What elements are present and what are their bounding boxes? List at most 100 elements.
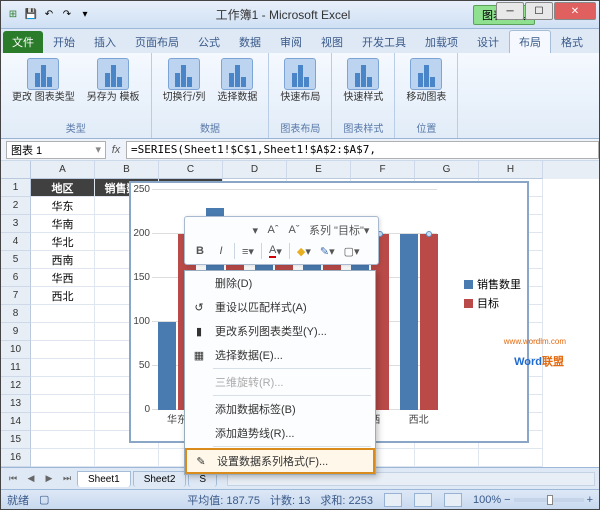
ribbon-button[interactable]: 快速样式 [340, 56, 386, 105]
row-header[interactable]: 14 [1, 413, 31, 431]
row-header[interactable]: 16 [1, 449, 31, 467]
chart-bar[interactable] [420, 234, 438, 410]
font-color-button[interactable]: A▾ [266, 242, 285, 260]
italic-button[interactable]: I [212, 242, 230, 260]
row-header[interactable]: 15 [1, 431, 31, 449]
tab[interactable]: 布局 [509, 30, 551, 53]
sheet-nav-first[interactable]: ⏮ [5, 471, 21, 487]
fill-color-button[interactable]: ◆▾ [294, 242, 314, 260]
cell[interactable] [479, 449, 543, 467]
row-header[interactable]: 12 [1, 377, 31, 395]
column-header[interactable]: D [223, 161, 287, 179]
shrink-font-button[interactable]: Aˇ [285, 221, 303, 239]
row-header[interactable]: 11 [1, 359, 31, 377]
bold-button[interactable]: B [191, 242, 209, 260]
undo-icon[interactable]: ↶ [41, 7, 57, 23]
tab[interactable]: 插入 [85, 31, 125, 53]
fx-label[interactable]: fx [106, 144, 126, 156]
cell[interactable] [31, 341, 95, 359]
save-icon[interactable]: 💾 [23, 7, 39, 23]
cell[interactable] [31, 305, 95, 323]
view-normal-button[interactable] [384, 493, 402, 507]
ribbon-button[interactable]: 移动图表 [403, 56, 449, 105]
context-menu-item[interactable]: ✎设置数据系列格式(F)... [185, 448, 375, 474]
minimize-button[interactable]: ─ [496, 2, 524, 20]
qat-dropdown-icon[interactable]: ▾ [77, 7, 93, 23]
context-menu-item[interactable]: 添加数据标签(B) [185, 397, 375, 421]
tab[interactable]: 设计 [468, 31, 508, 53]
legend-item[interactable]: 销售数里 [477, 276, 521, 292]
column-header[interactable]: E [287, 161, 351, 179]
ribbon-button[interactable]: 选择数据 [214, 56, 260, 105]
cell[interactable]: 华西 [31, 269, 95, 287]
view-layout-button[interactable] [414, 493, 432, 507]
zoom-control[interactable]: 100% −+ [473, 494, 593, 506]
select-all-corner[interactable] [1, 161, 31, 179]
mini-toolbar[interactable]: ▾ Aˆ Aˇ 系列 "目标" ▾ B I ≡▾ A▾ ◆▾ ✎▾ ▢▾ [184, 216, 379, 265]
align-button[interactable]: ≡▾ [239, 242, 257, 260]
cell[interactable]: 地区 [31, 179, 95, 197]
context-menu-item[interactable]: 添加趋势线(R)... [185, 421, 375, 445]
chart-bar[interactable] [158, 322, 176, 410]
context-menu-item[interactable]: 删除(D) [185, 271, 375, 295]
row-header[interactable]: 5 [1, 251, 31, 269]
cell[interactable]: 华南 [31, 215, 95, 233]
row-header[interactable]: 1 [1, 179, 31, 197]
formula-bar[interactable]: =SERIES(Sheet1!$C$1,Sheet1!$A$2:$A$7, [126, 141, 599, 159]
cell[interactable] [31, 449, 95, 467]
macro-record-icon[interactable]: ▢ [39, 493, 49, 506]
cell[interactable] [31, 413, 95, 431]
column-header[interactable]: H [479, 161, 543, 179]
sheet-nav-next[interactable]: ▶ [41, 471, 57, 487]
column-header[interactable]: B [95, 161, 159, 179]
column-header[interactable]: G [415, 161, 479, 179]
row-header[interactable]: 9 [1, 323, 31, 341]
column-header[interactable]: F [351, 161, 415, 179]
chart-legend[interactable]: 销售数里 目标 [464, 273, 521, 314]
tab[interactable]: 开发工具 [353, 31, 415, 53]
sheet-nav-prev[interactable]: ◀ [23, 471, 39, 487]
ribbon-button[interactable]: 快速布局 [277, 56, 323, 105]
tab-file[interactable]: 文件 [3, 31, 43, 53]
context-menu-item[interactable]: ▦选择数据(E)... [185, 343, 375, 367]
tab[interactable]: 加载项 [416, 31, 467, 53]
tab[interactable]: 公式 [189, 31, 229, 53]
cell[interactable] [415, 449, 479, 467]
legend-item[interactable]: 目标 [477, 295, 499, 311]
cell[interactable]: 西南 [31, 251, 95, 269]
ribbon-button[interactable]: 切换行/列 [160, 56, 209, 105]
tab[interactable]: 页面布局 [126, 31, 188, 53]
sheet-nav-last[interactable]: ⏭ [59, 471, 75, 487]
cell[interactable]: 华北 [31, 233, 95, 251]
chart-bar[interactable] [400, 234, 418, 410]
sheet-tab[interactable]: Sheet1 [77, 471, 131, 487]
column-header[interactable]: C [159, 161, 223, 179]
effects-button[interactable]: ▢▾ [341, 242, 363, 260]
row-header[interactable]: 10 [1, 341, 31, 359]
context-menu-item[interactable]: ▮更改系列图表类型(Y)... [185, 319, 375, 343]
sheet-tab[interactable]: Sheet2 [133, 471, 187, 487]
context-menu[interactable]: 删除(D)↺重设以匹配样式(A)▮更改系列图表类型(Y)...▦选择数据(E).… [184, 270, 376, 475]
row-header[interactable]: 8 [1, 305, 31, 323]
redo-icon[interactable]: ↷ [59, 7, 75, 23]
row-header[interactable]: 3 [1, 215, 31, 233]
cell[interactable] [95, 449, 159, 467]
tab[interactable]: 开始 [44, 31, 84, 53]
row-header[interactable]: 13 [1, 395, 31, 413]
font-dropdown[interactable]: ▾ [191, 221, 261, 239]
cell[interactable] [31, 431, 95, 449]
maximize-button[interactable]: ☐ [525, 2, 553, 20]
row-header[interactable]: 7 [1, 287, 31, 305]
cell[interactable] [31, 323, 95, 341]
cell[interactable] [31, 395, 95, 413]
view-pagebreak-button[interactable] [444, 493, 462, 507]
row-header[interactable]: 2 [1, 197, 31, 215]
cell[interactable] [31, 359, 95, 377]
tab[interactable]: 数据 [230, 31, 270, 53]
close-button[interactable]: ✕ [554, 2, 596, 20]
ribbon-button[interactable]: 更改 图表类型 [9, 56, 78, 105]
ribbon-button[interactable]: 另存为 模板 [84, 56, 143, 105]
cell[interactable] [31, 377, 95, 395]
name-box[interactable]: 图表 1▾ [6, 141, 106, 159]
row-header[interactable]: 6 [1, 269, 31, 287]
